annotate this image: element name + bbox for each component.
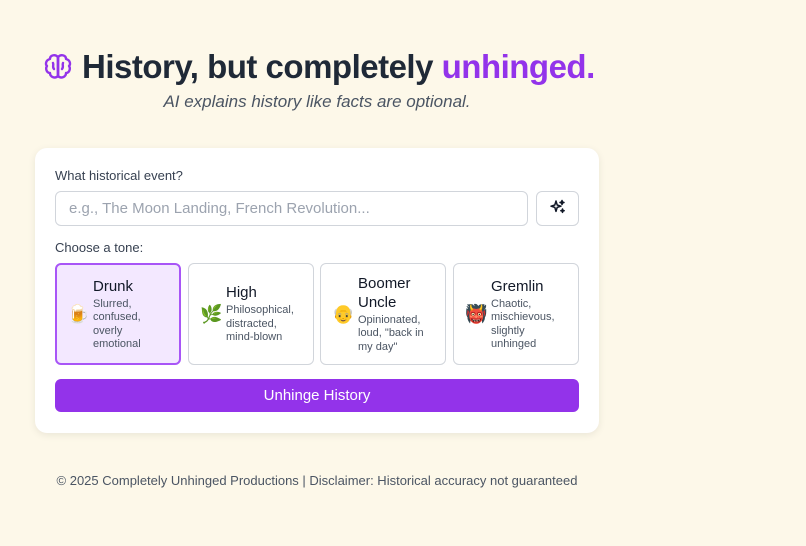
ogre-icon: 👹 bbox=[465, 303, 488, 325]
tone-name: Boomer Uncle bbox=[358, 274, 411, 311]
tone-description: Slurred, confused, overly emotional bbox=[93, 297, 141, 351]
event-input[interactable] bbox=[55, 191, 528, 226]
random-event-button[interactable] bbox=[536, 191, 579, 226]
tone-option-gremlin[interactable]: 👹 Gremlin Chaotic, mischievous, slightly… bbox=[453, 263, 579, 365]
title-main: History, but completely bbox=[82, 48, 442, 85]
unhinge-history-button[interactable]: Unhinge History bbox=[55, 379, 579, 412]
tone-option-boomer-uncle[interactable]: 👴 Boomer Uncle Opinionated, loud, "back … bbox=[320, 263, 446, 365]
tone-name: High bbox=[226, 284, 257, 302]
tone-description: Opinionated, loud, "back in my day" bbox=[358, 313, 424, 353]
tone-name: Drunk bbox=[93, 277, 134, 295]
beer-icon: 🍺 bbox=[67, 303, 90, 325]
tone-description: Chaotic, mischievous, slightly unhinged bbox=[491, 297, 555, 351]
herb-icon: 🌿 bbox=[200, 303, 223, 325]
header: History, but completely unhinged. bbox=[42, 48, 595, 86]
page-title: History, but completely unhinged. bbox=[82, 48, 595, 86]
tone-label: Choose a tone: bbox=[55, 240, 144, 255]
form-card: What historical event? Choose a tone: 🍺 … bbox=[35, 148, 599, 433]
page-subtitle: AI explains history like facts are optio… bbox=[163, 92, 471, 111]
title-accent: unhinged. bbox=[441, 48, 596, 85]
tone-option-high[interactable]: 🌿 High Philosophical, distracted, mind-b… bbox=[188, 263, 314, 365]
tone-description: Philosophical, distracted, mind-blown bbox=[226, 304, 294, 344]
sparkles-icon bbox=[549, 199, 566, 218]
tone-option-drunk[interactable]: 🍺 Drunk Slurred, confused, overly emotio… bbox=[55, 263, 181, 365]
brain-icon bbox=[42, 51, 74, 83]
tone-name: Gremlin bbox=[491, 277, 544, 295]
footer-text: © 2025 Completely Unhinged Productions |… bbox=[56, 473, 578, 488]
event-label: What historical event? bbox=[55, 168, 183, 183]
old-man-icon: 👴 bbox=[332, 303, 355, 325]
